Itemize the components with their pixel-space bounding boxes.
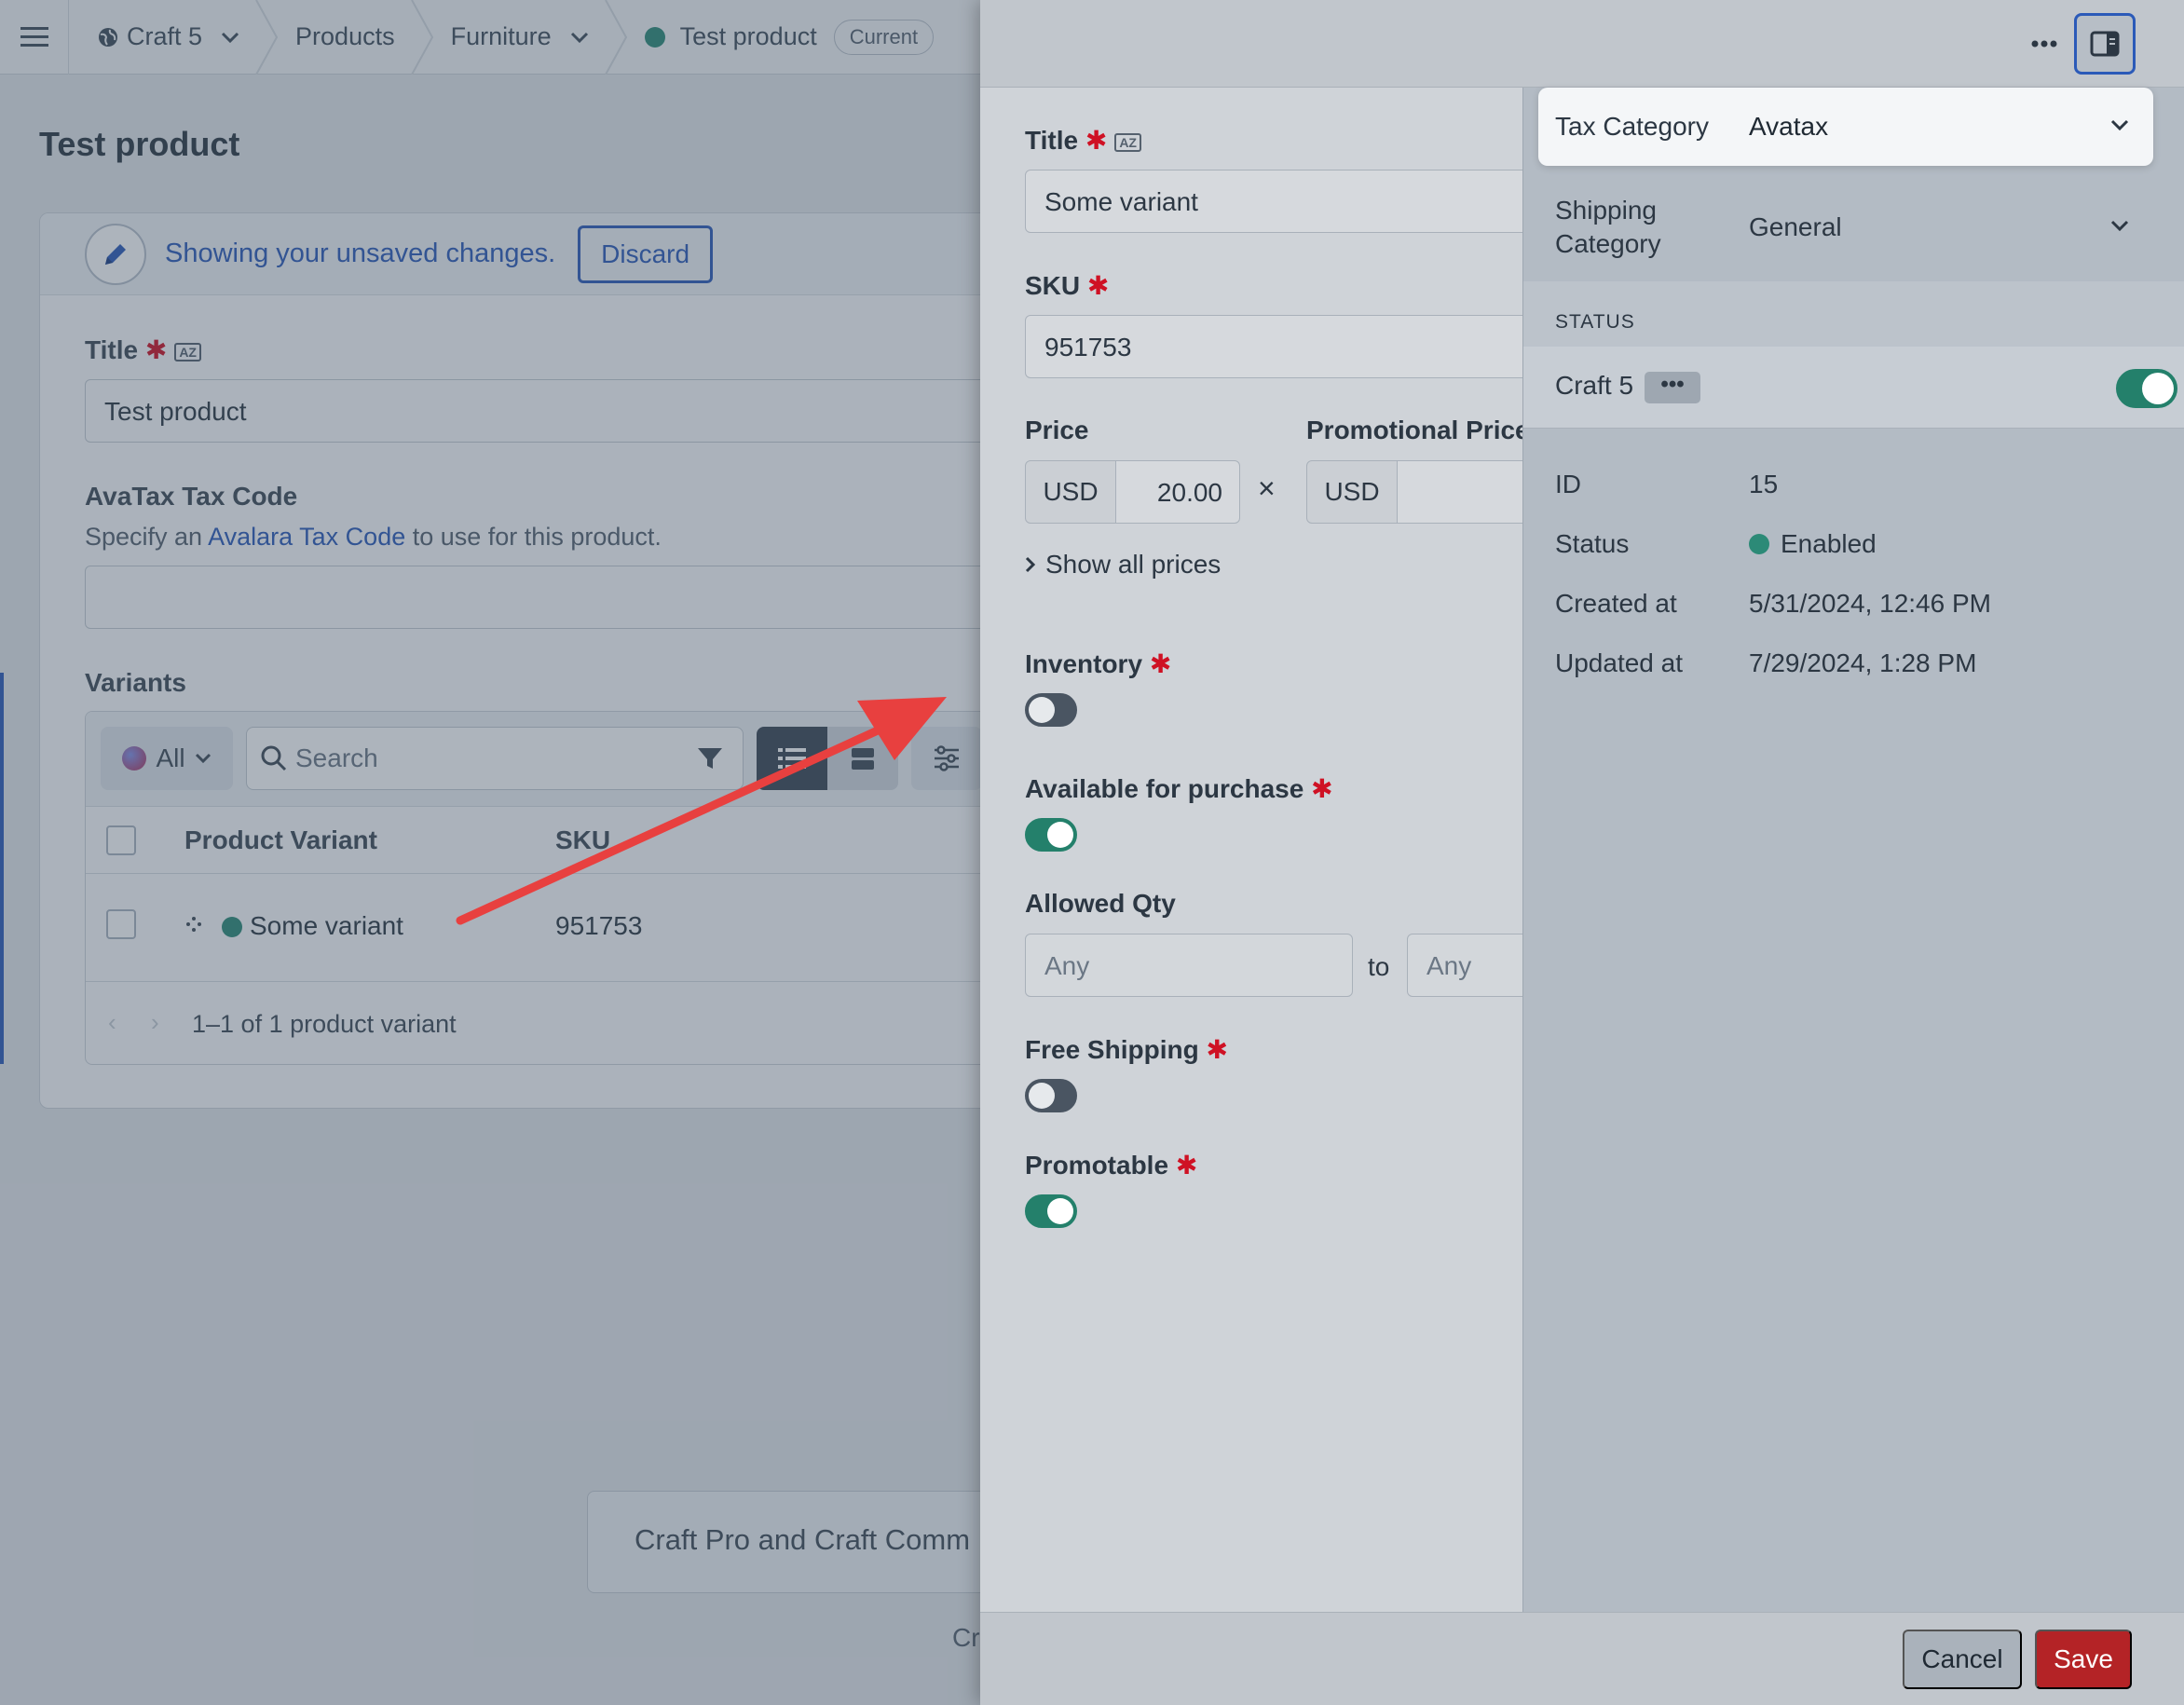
required-asterisk-icon: ✱ — [1311, 774, 1333, 803]
meta-id-row: ID 15 — [1523, 470, 2184, 507]
slideout-header — [980, 0, 2184, 88]
inventory-label: Inventory ✱ — [1025, 648, 1171, 679]
variant-title-input[interactable]: Some variant — [1025, 170, 1522, 233]
chevron-right-icon — [1025, 556, 1036, 573]
status-heading-text: STATUS — [1555, 311, 1635, 333]
available-for-purchase-toggle[interactable] — [1025, 818, 1077, 852]
min-qty-input[interactable]: Any — [1025, 934, 1353, 997]
price-input[interactable]: 20.00 — [1115, 460, 1240, 524]
inventory-label-text: Inventory — [1025, 649, 1143, 678]
qty-range-separator: to — [1368, 952, 1390, 981]
allowed-qty-label: Allowed Qty — [1025, 889, 1176, 918]
enabled-status-dot — [1749, 534, 1769, 554]
save-button[interactable]: Save — [2035, 1630, 2132, 1689]
promo-price-input[interactable] — [1397, 460, 1522, 524]
toggle-knob — [1029, 697, 1055, 723]
meta-created-row: Created at 5/31/2024, 12:46 PM — [1523, 589, 2184, 626]
sku-label-text: SKU — [1025, 271, 1081, 300]
tax-category-field[interactable]: Tax Category Avatax — [1538, 88, 2153, 166]
meta-updated-row: Updated at 7/29/2024, 1:28 PM — [1523, 648, 2184, 686]
shipping-category-select[interactable]: General — [1749, 212, 1842, 242]
free-shipping-label-text: Free Shipping — [1025, 1035, 1199, 1064]
toggle-knob — [1029, 1083, 1055, 1109]
chevron-down-icon — [2110, 119, 2129, 130]
toggle-knob — [2142, 373, 2174, 404]
promotional-price-label: Promotional Price — [1306, 416, 1522, 444]
shipping-category-label: Shipping Category — [1555, 196, 1661, 258]
meta-status-value: Enabled — [1749, 529, 1877, 559]
required-asterisk-icon: ✱ — [1086, 271, 1110, 300]
meta-updated-label: Updated at — [1555, 648, 1683, 677]
meta-id-label: ID — [1555, 470, 1581, 498]
site-status-name-text: Craft 5 — [1555, 371, 1634, 400]
promotable-toggle[interactable] — [1025, 1194, 1077, 1228]
toggle-sidebar-button[interactable] — [2074, 13, 2136, 75]
meta-id-value: 15 — [1749, 470, 1779, 498]
slideout-footer: Cancel Save — [980, 1612, 2184, 1705]
meta-status-row: Status Enabled — [1523, 529, 2184, 566]
price-currency: USD — [1025, 460, 1116, 524]
ellipsis-icon — [2031, 40, 2057, 48]
required-asterisk-icon: ✱ — [1206, 1035, 1228, 1064]
shipping-category-field[interactable]: Shipping Category General — [1523, 194, 2184, 274]
available-for-purchase-label: Available for purchase ✱ — [1025, 773, 1333, 804]
meta-created-label: Created at — [1555, 589, 1677, 618]
free-shipping-label: Free Shipping ✱ — [1025, 1034, 1228, 1065]
max-qty-input[interactable]: Any — [1407, 934, 1522, 997]
promo-price-currency: USD — [1306, 460, 1398, 524]
meta-status-text: Enabled — [1781, 529, 1877, 558]
min-qty-placeholder: Any — [1044, 951, 1090, 980]
required-asterisk-icon: ✱ — [1149, 649, 1172, 678]
variant-title-label: Title ✱ AZ — [1025, 125, 1141, 156]
toggle-knob — [1047, 822, 1073, 848]
inventory-toggle[interactable] — [1025, 693, 1077, 727]
sku-input[interactable]: 951753 — [1025, 315, 1522, 378]
meta-status-label: Status — [1555, 529, 1630, 558]
promotable-label-text: Promotable — [1025, 1151, 1169, 1180]
variant-meta-sidebar: Tax Category Avatax Shipping Category Ge… — [1522, 88, 2184, 1612]
status-section-heading: STATUS — [1523, 281, 2184, 347]
toggle-knob — [1047, 1198, 1073, 1224]
max-qty-placeholder: Any — [1426, 951, 1472, 980]
translatable-icon: AZ — [1114, 132, 1141, 152]
more-actions-button[interactable] — [2018, 20, 2070, 67]
meta-updated-value: 7/29/2024, 1:28 PM — [1749, 648, 1977, 677]
variant-fields: Title ✱ AZ Some variant SKU ✱ 951753 Pric… — [980, 88, 1522, 1612]
site-enabled-toggle[interactable] — [2116, 369, 2177, 408]
meta-created-value: 5/31/2024, 12:46 PM — [1749, 589, 1991, 618]
available-label-text: Available for purchase — [1025, 774, 1304, 803]
site-status-name: Craft 5 ••• — [1555, 371, 1701, 403]
tax-category-label: Tax Category — [1555, 112, 1709, 141]
free-shipping-toggle[interactable] — [1025, 1079, 1077, 1112]
required-asterisk-icon: ✱ — [1085, 126, 1108, 155]
promotable-label: Promotable ✱ — [1025, 1150, 1197, 1180]
site-status-row: Craft 5 ••• — [1523, 347, 2184, 429]
clear-price-icon[interactable]: × — [1258, 471, 1276, 506]
sku-label: SKU ✱ — [1025, 270, 1109, 301]
site-options-button[interactable]: ••• — [1645, 371, 1701, 403]
variant-editor-slideout: Title ✱ AZ Some variant SKU ✱ 951753 Pric… — [980, 0, 2184, 1705]
tax-category-select[interactable]: Avatax — [1749, 112, 1828, 142]
chevron-down-icon — [2110, 220, 2129, 231]
sidebar-icon — [2090, 31, 2120, 57]
show-all-prices-label: Show all prices — [1045, 550, 1222, 579]
cancel-button[interactable]: Cancel — [1903, 1630, 2022, 1689]
variant-title-label-text: Title — [1025, 126, 1079, 155]
price-label: Price — [1025, 416, 1089, 444]
required-asterisk-icon: ✱ — [1175, 1151, 1198, 1180]
show-all-prices-toggle[interactable]: Show all prices — [1025, 550, 1221, 580]
